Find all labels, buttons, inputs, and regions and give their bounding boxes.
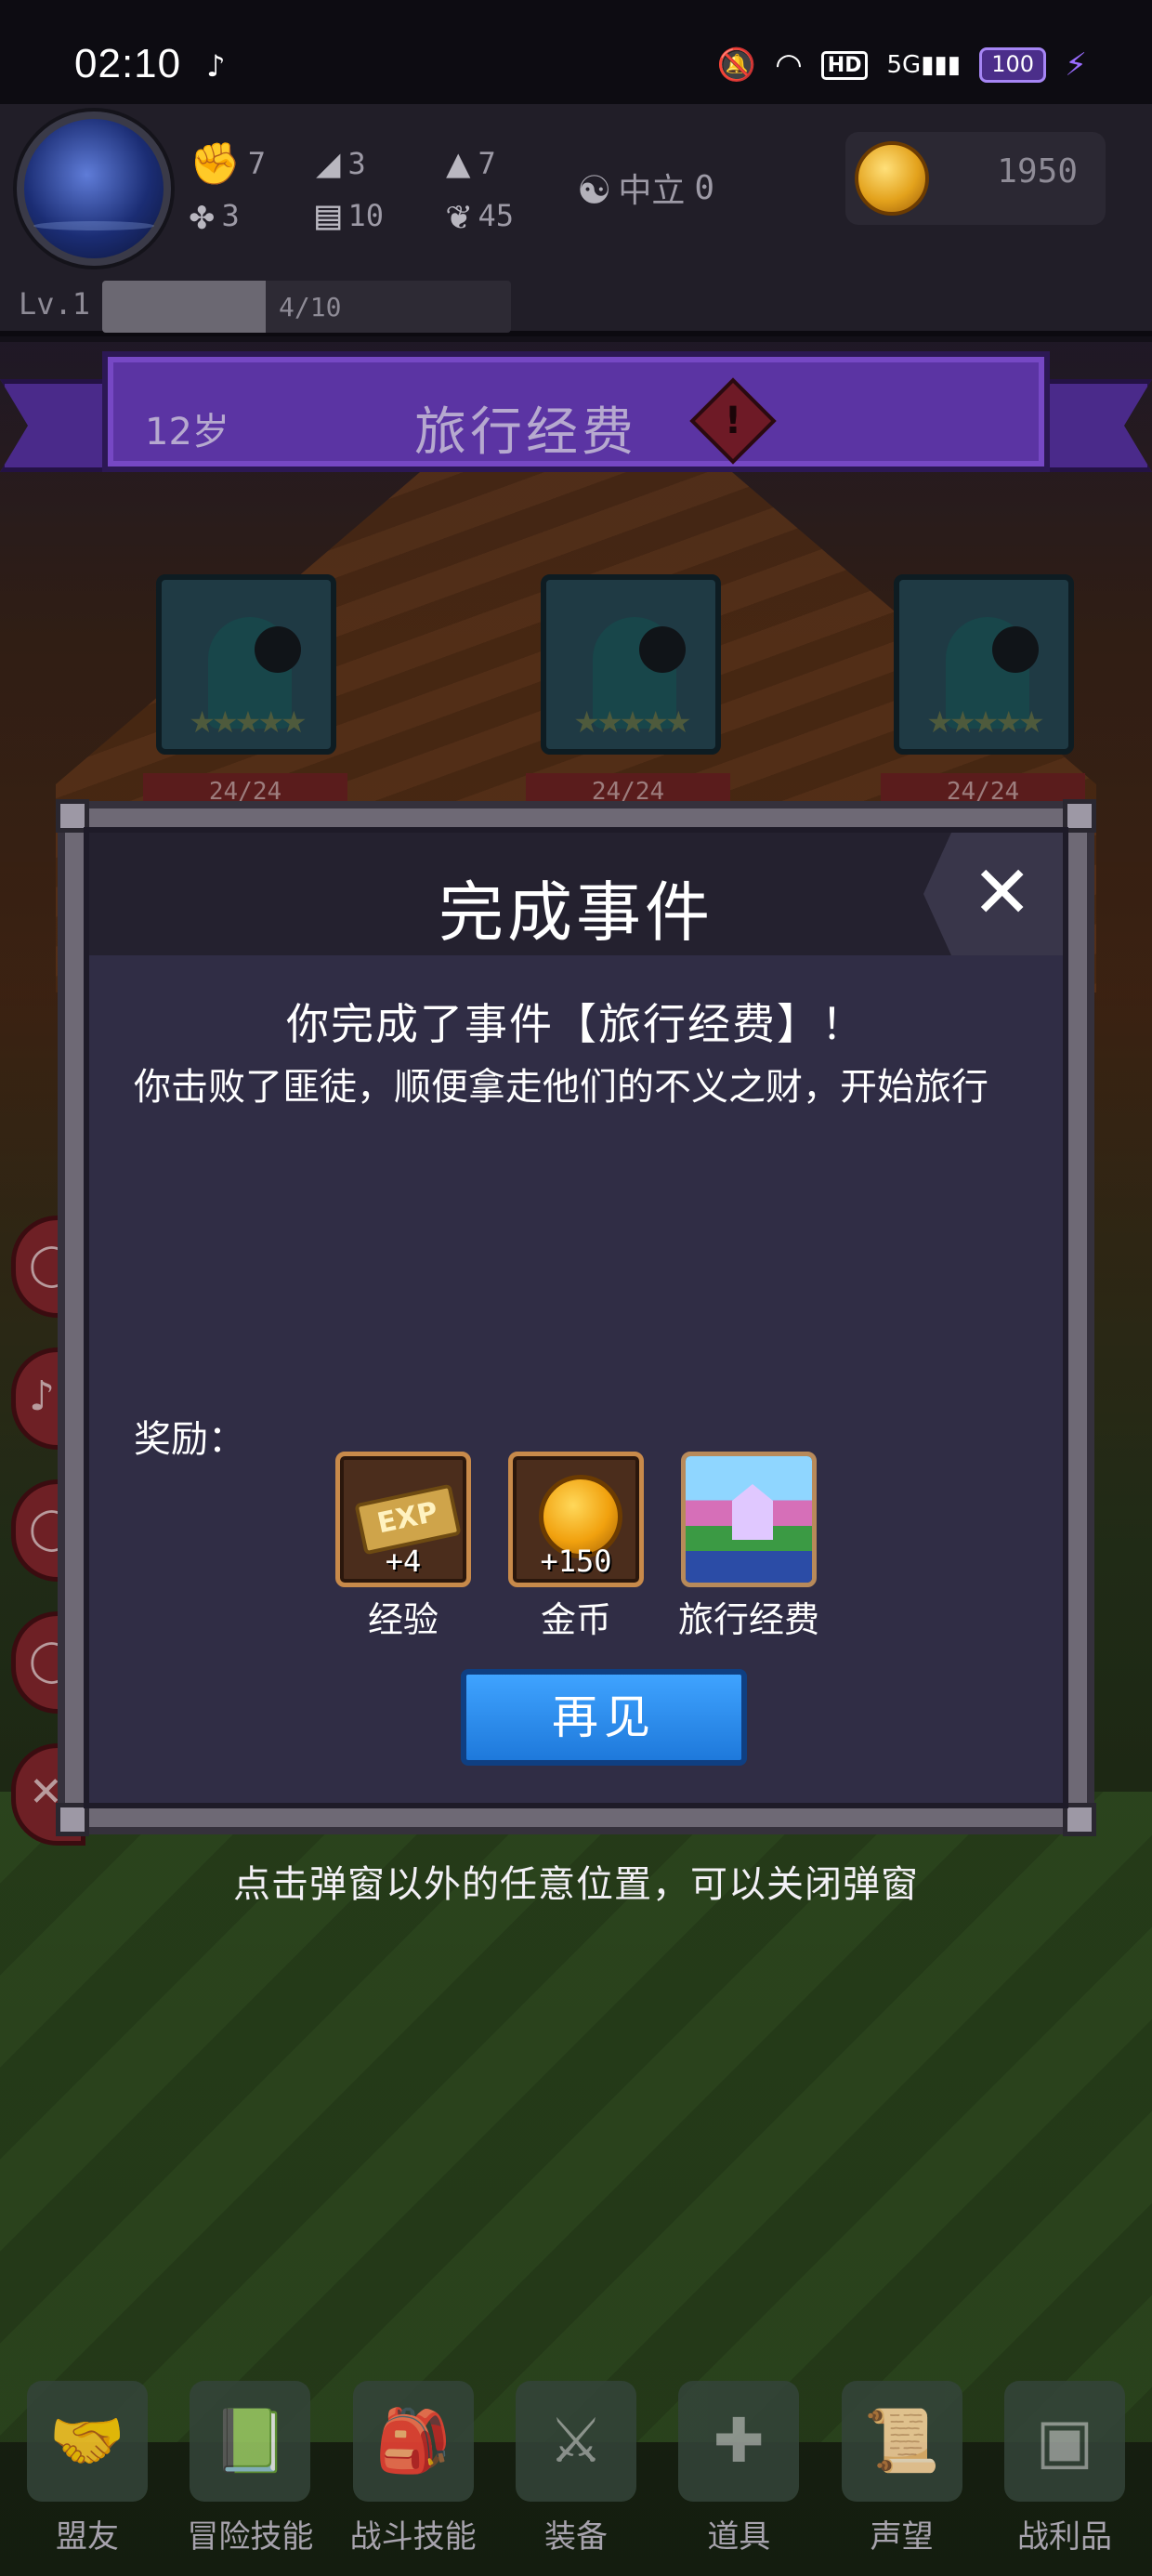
- banner-age: 12岁: [145, 411, 229, 453]
- close-button[interactable]: ✕: [923, 833, 1063, 955]
- nav-item-adventure-skills[interactable]: 📗 冒险技能: [179, 2362, 321, 2576]
- pouch-icon: ✚: [678, 2381, 800, 2502]
- nav-label: 道具: [707, 2518, 771, 2556]
- stat-strength: ✊ 7: [190, 140, 267, 188]
- nav-label: 盟友: [56, 2518, 119, 2556]
- stat-magic: ▲ 7: [446, 139, 496, 187]
- gold-value: 1950: [997, 152, 1078, 191]
- hd-badge: HD: [820, 50, 869, 80]
- dismiss-hint: 点击弹窗以外的任意位置，可以关闭弹窗: [233, 1863, 919, 1906]
- backpack-icon: 🎒: [352, 2381, 474, 2502]
- xp-text: 4/10: [279, 292, 342, 322]
- event-banner: 12岁 旅行经费 !: [102, 351, 1050, 472]
- reward-name: 经验: [367, 1599, 439, 1640]
- enemy-card[interactable]: ★★★★★: [156, 574, 336, 755]
- dialog-title: 完成事件: [439, 874, 713, 951]
- enemy-stars: ★★★★★: [573, 704, 691, 740]
- event-complete-dialog: 完成事件 ✕ 你完成了事件【旅行经费】！ 你击败了匪徒，顺便拿走他们的不义之财，…: [56, 799, 1096, 1836]
- scroll-icon: 📜: [841, 2381, 962, 2502]
- signal-icon: 5G▮▮▮: [886, 51, 962, 79]
- network-type: 5G: [886, 51, 922, 79]
- mute-bell-icon: 🔕: [716, 46, 757, 84]
- nav-item-loot[interactable]: ▣ 战利品: [994, 2362, 1135, 2576]
- clover-icon: ✤: [190, 191, 215, 239]
- status-bar: 02:10 ♪ 🔕 ◠ HD 5G▮▮▮ 100 ⚡: [0, 0, 1152, 104]
- yin-yang-icon: ☯: [580, 160, 609, 216]
- nav-label: 战斗技能: [349, 2518, 477, 2556]
- reward-tile: [681, 1452, 817, 1587]
- landscape-card-icon: [686, 1456, 812, 1583]
- goodbye-button[interactable]: 再见: [461, 1669, 747, 1766]
- reward-name: 金币: [540, 1599, 611, 1640]
- handshake-icon: 🤝: [27, 2381, 148, 2502]
- castle-icon: [732, 1484, 773, 1540]
- lotus-icon: ❦: [446, 191, 471, 239]
- nav-label: 装备: [543, 2518, 608, 2556]
- wifi-icon: ◠: [775, 46, 803, 84]
- book-icon: ▤: [316, 191, 341, 239]
- alert-icon: !: [689, 377, 777, 465]
- crow-figure: [992, 626, 1039, 673]
- banner-ribbon-left: [0, 379, 111, 472]
- alignment: ☯ 中立 0: [580, 160, 715, 216]
- bottom-nav: 🤝 盟友 📗 冒险技能 🎒 战斗技能 ⚔ 装备 ✚ 道具 📜 声望 ▣ 战利品: [0, 2362, 1152, 2576]
- enemy-stars: ★★★★★: [189, 704, 307, 740]
- dialog-subtitle: 你完成了事件【旅行经费】！: [286, 999, 866, 1049]
- reward-qty: +4: [385, 1544, 422, 1579]
- reward-item-gold[interactable]: +150 金币: [508, 1452, 644, 1642]
- nav-label: 冒险技能: [187, 2518, 314, 2556]
- status-icons: 🔕 ◠ HD 5G▮▮▮ 100 ⚡: [717, 46, 1087, 84]
- enemy-card[interactable]: ★★★★★: [541, 574, 721, 755]
- reward-item-event-card[interactable]: 旅行经费: [678, 1452, 819, 1642]
- nav-label: 战利品: [1016, 2518, 1112, 2556]
- player-avatar[interactable]: [17, 112, 171, 266]
- gold-counter: 1950: [845, 132, 1106, 225]
- battery-indicator: 100: [979, 47, 1047, 83]
- spellbook-icon: 📗: [190, 2381, 311, 2502]
- stat-knowledge: ▤ 10: [316, 191, 385, 239]
- reward-tile: EXP +4: [335, 1452, 471, 1587]
- status-time: 02:10: [74, 41, 182, 86]
- reward-qty: +150: [540, 1544, 612, 1579]
- reward-tile: +150: [508, 1452, 644, 1587]
- nav-item-allies[interactable]: 🤝 盟友: [17, 2362, 158, 2576]
- crow-figure: [255, 626, 301, 673]
- stat-luck: ✤ 3: [190, 191, 240, 239]
- dialog-panel: 完成事件 ✕ 你完成了事件【旅行经费】！ 你击败了匪徒，顺便拿走他们的不义之财，…: [84, 827, 1068, 1808]
- close-icon: ✕: [972, 851, 1033, 935]
- stat-agility: ◢ 3: [316, 139, 366, 187]
- stat-spirit: ❦ 45: [446, 191, 515, 239]
- dialog-body: 你击败了匪徒，顺便拿走他们的不义之财，开始旅行: [134, 1066, 988, 1109]
- crow-figure: [639, 626, 686, 673]
- reward-name: 旅行经费: [677, 1599, 819, 1640]
- crossed-swords-icon: ⚔: [515, 2381, 636, 2502]
- enemy-card[interactable]: ★★★★★: [894, 574, 1074, 755]
- charging-icon: ⚡: [1065, 46, 1087, 84]
- nav-item-equipment[interactable]: ⚔ 装备: [505, 2362, 647, 2576]
- banner-title: 旅行经费: [414, 402, 637, 463]
- nav-item-combat-skills[interactable]: 🎒 战斗技能: [343, 2362, 484, 2576]
- treasure-chest-icon: ▣: [1003, 2381, 1125, 2502]
- tiktok-icon: ♪: [206, 48, 226, 84]
- reward-list: EXP +4 经验 +150 金币 旅行经费: [89, 1452, 1063, 1642]
- reward-item-exp[interactable]: EXP +4 经验: [335, 1452, 471, 1642]
- gold-coin-icon: [855, 141, 929, 216]
- nav-label: 声望: [870, 2518, 934, 2556]
- music-note-icon: ♪: [29, 1373, 56, 1420]
- boot-icon: ◢: [316, 139, 341, 187]
- nav-item-items[interactable]: ✚ 道具: [668, 2362, 809, 2576]
- xp-bar-fill: [102, 281, 266, 333]
- dialog-header: 完成事件 ✕: [89, 833, 1063, 955]
- player-hud: ✊ 7 ✤ 3 ◢ 3 ▤ 10 ▲ 7 ❦ 45 ☯ 中立 0 1950 Lv.1 4/1…: [0, 104, 1152, 336]
- banner-ribbon-right: [1041, 379, 1152, 472]
- xp-bar: 4/10: [102, 281, 511, 333]
- fist-icon: ✊: [190, 140, 241, 188]
- player-level: Lv.1: [19, 286, 91, 322]
- wizard-hat-icon: ▲: [446, 139, 471, 187]
- nav-item-reputation[interactable]: 📜 声望: [831, 2362, 973, 2576]
- enemy-stars: ★★★★★: [926, 704, 1044, 740]
